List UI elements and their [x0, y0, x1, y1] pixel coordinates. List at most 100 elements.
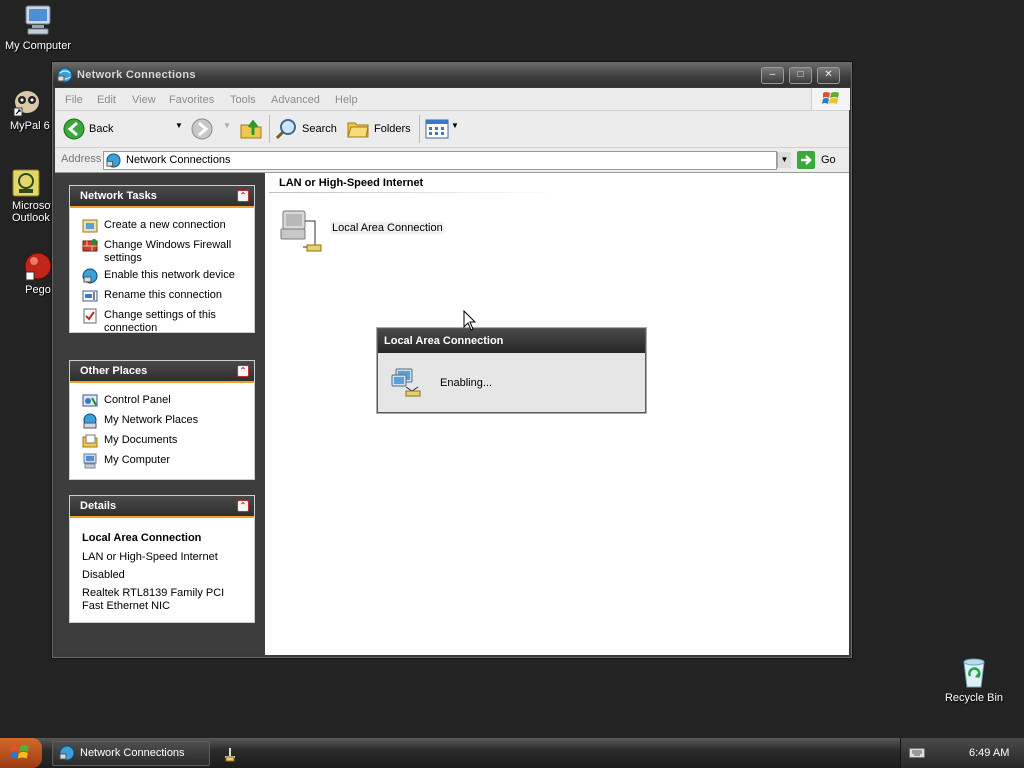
- place-label: My Network Places: [104, 414, 199, 426]
- views-dropdown-icon: ▼: [451, 121, 459, 130]
- forward-dropdown-icon[interactable]: ▼: [223, 121, 231, 130]
- content-area: LAN or High-Speed Internet Local Area Co…: [265, 173, 849, 655]
- desktop-icon-recycle-bin[interactable]: Recycle Bin: [936, 656, 1012, 704]
- details-name: Local Area Connection: [82, 532, 202, 544]
- dialog-title: Local Area Connection: [384, 335, 504, 347]
- folders-icon: [347, 122, 369, 138]
- menu-favorites[interactable]: Favorites: [169, 94, 214, 106]
- clock[interactable]: 6:49 AM: [969, 747, 1009, 759]
- go-label: Go: [821, 154, 836, 166]
- enable-device-icon: [82, 268, 98, 284]
- toolbar-separator: [269, 115, 270, 143]
- keyboard-icon[interactable]: [909, 747, 925, 759]
- search-label: Search: [302, 123, 337, 135]
- network-tasks-header[interactable]: Network Tasks ⌃: [70, 186, 254, 208]
- desktop-icon-outlook[interactable]: Microsoft Outlook: [0, 168, 52, 224]
- control-panel-icon: [82, 394, 98, 407]
- network-tray-icon[interactable]: [222, 746, 238, 762]
- back-label: Back: [89, 123, 114, 135]
- address-label: Address: [61, 153, 102, 165]
- collapse-chevron-icon[interactable]: ⌃: [237, 500, 249, 512]
- back-dropdown-icon[interactable]: ▼: [175, 121, 183, 130]
- system-tray: 6:49 AM: [900, 738, 1024, 768]
- start-button[interactable]: [0, 738, 42, 768]
- place-label: My Computer: [104, 454, 171, 466]
- desktop-icon-mypal[interactable]: MyPal 6: [0, 86, 54, 132]
- minimize-button[interactable]: –: [761, 67, 784, 84]
- windows-flag-icon: [822, 92, 839, 104]
- windows-logo: [811, 88, 850, 110]
- back-button[interactable]: Back: [61, 117, 125, 141]
- connection-item[interactable]: Local Area Connection: [279, 205, 449, 255]
- close-button[interactable]: ✕: [817, 67, 840, 84]
- address-value: Network Connections: [126, 154, 231, 166]
- enabling-dialog: Local Area Connection Enabling...: [377, 328, 646, 413]
- menu-tools[interactable]: Tools: [230, 94, 256, 106]
- collapse-chevron-icon[interactable]: ⌃: [237, 365, 249, 377]
- task-pane: Network Tasks ⌃ Create a new connection …: [55, 173, 265, 655]
- recycle-bin-icon: [963, 658, 985, 688]
- title-bar[interactable]: Network Connections – □ ✕: [53, 63, 851, 87]
- taskbar-item-network-connections[interactable]: Network Connections: [52, 741, 210, 766]
- task-label: Change Windows Firewall settings: [104, 239, 232, 264]
- panel-title: Other Places: [80, 365, 148, 377]
- panel-title: Network Tasks: [80, 190, 157, 202]
- menu-advanced[interactable]: Advanced: [271, 94, 320, 106]
- menu-file[interactable]: File: [65, 94, 83, 106]
- maximize-button[interactable]: □: [789, 67, 812, 84]
- window-title: Network Connections: [77, 69, 196, 81]
- task-label: Change settings of this connection: [104, 309, 216, 334]
- lan-connection-icon: [280, 210, 322, 252]
- place-label: My Documents: [104, 434, 178, 446]
- network-places-icon: [83, 413, 97, 429]
- desktop-icon-label: Microsoft Outlook: [12, 200, 52, 224]
- collapse-chevron-icon[interactable]: ⌃: [237, 190, 249, 202]
- panel-title: Details: [80, 500, 117, 512]
- menu-bar: File Edit View Favorites Tools Advanced …: [55, 88, 850, 111]
- other-places-header[interactable]: Other Places ⌃: [70, 361, 254, 383]
- menu-edit[interactable]: Edit: [97, 94, 116, 106]
- address-bar: Address Network Connections ▼ Go: [55, 148, 849, 173]
- views-button[interactable]: ▼: [425, 117, 459, 141]
- place-label: Control Panel: [104, 394, 171, 406]
- mouse-cursor-icon: [463, 310, 477, 331]
- desktop-icon-label: Recycle Bin: [944, 692, 1004, 704]
- group-divider: [269, 192, 559, 193]
- my-computer-icon: [25, 5, 51, 35]
- go-arrow-icon: [797, 151, 815, 169]
- network-connections-icon: [57, 67, 73, 83]
- taskbar: Network Connections 6:49 AM: [0, 738, 1024, 768]
- network-activity-icon: [391, 368, 421, 397]
- details-header[interactable]: Details ⌃: [70, 496, 254, 518]
- windows-flag-icon: [10, 745, 29, 759]
- forward-arrow-icon[interactable]: [191, 118, 213, 140]
- menu-help[interactable]: Help: [335, 94, 358, 106]
- details-status: Disabled: [82, 569, 125, 581]
- menu-view[interactable]: View: [132, 94, 156, 106]
- search-button[interactable]: Search: [275, 117, 339, 141]
- other-places-panel: Other Places ⌃ Control Panel My Network …: [69, 360, 255, 480]
- folders-button[interactable]: Folders: [347, 117, 413, 141]
- my-documents-icon: [82, 434, 98, 448]
- address-field[interactable]: Network Connections: [103, 151, 777, 170]
- dialog-message: Enabling...: [440, 377, 492, 389]
- toolbar: Back ▼ ▼ Search Folders ▼: [55, 111, 849, 148]
- my-computer-icon: [83, 453, 97, 469]
- search-icon: [275, 119, 296, 140]
- go-button[interactable]: Go: [797, 151, 843, 169]
- task-label: Enable this network device: [104, 269, 235, 281]
- up-folder-icon[interactable]: [239, 117, 263, 141]
- network-tasks-panel: Network Tasks ⌃ Create a new connection …: [69, 185, 255, 334]
- desktop-icon-label: MyPal 6: [10, 120, 50, 132]
- outlook-icon: [12, 169, 40, 197]
- details-type: LAN or High-Speed Internet: [82, 551, 218, 563]
- group-heading: LAN or High-Speed Internet: [279, 177, 424, 189]
- desktop-icon-my-computer[interactable]: My Computer: [0, 2, 76, 52]
- details-device: Realtek RTL8139 Family PCI Fast Ethernet…: [82, 587, 225, 612]
- details-panel: Details ⌃ Local Area Connection LAN or H…: [69, 495, 255, 623]
- network-connections-icon: [59, 745, 75, 761]
- address-dropdown-button[interactable]: ▼: [777, 152, 791, 168]
- connection-name: Local Area Connection: [331, 222, 444, 234]
- dialog-title-bar[interactable]: Local Area Connection: [378, 329, 645, 353]
- toolbar-separator: [419, 115, 420, 143]
